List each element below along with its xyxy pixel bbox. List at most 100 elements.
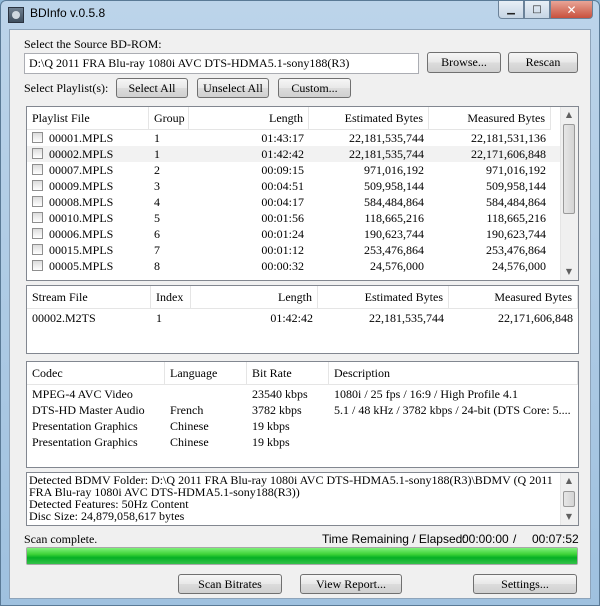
codec-cell: Chinese — [170, 435, 209, 449]
playlist-checkbox[interactable] — [32, 164, 43, 175]
col-stream-file[interactable]: Stream File — [27, 286, 151, 308]
log-scrollbar[interactable]: ▲ ▼ — [560, 473, 578, 525]
playlist-cell: 00:01:24 — [261, 227, 304, 241]
col-group[interactable]: Group — [149, 107, 189, 129]
maximize-button[interactable]: □ — [524, 1, 550, 19]
playlist-cell: 971,016,192 — [486, 163, 546, 177]
playlist-row[interactable]: 00006.MPLS 6 00:01:24 190,623,744 190,623,74… — [27, 226, 563, 242]
playlist-file-cell: 00015.MPLS — [27, 242, 149, 258]
settings-button[interactable]: Settings... — [473, 574, 577, 594]
rescan-button[interactable]: Rescan — [508, 52, 578, 73]
playlist-row[interactable]: 00001.MPLS 1 01:43:17 22,181,535,744 22,181,… — [27, 130, 563, 146]
stream-list[interactable]: Stream File Index Length Estimated Bytes… — [26, 285, 579, 354]
stream-row[interactable]: 00002.M2TS 1 01:42:42 22,181,535,744 22,171,… — [27, 310, 578, 326]
log-scroll-thumb[interactable] — [563, 491, 575, 507]
playlist-checkbox[interactable] — [32, 212, 43, 223]
codec-rows: MPEG-4 AVC Video 23540 kbps 1080i / 25 fps… — [27, 386, 578, 450]
log-scroll-up-icon[interactable]: ▲ — [561, 473, 577, 489]
log-scroll-down-icon[interactable]: ▼ — [561, 509, 577, 525]
view-report-button[interactable]: View Report... — [300, 574, 402, 594]
stream-cell: 1 — [156, 311, 162, 325]
playlist-checkbox[interactable] — [32, 260, 43, 271]
playlist-cell: 22,181,535,744 — [349, 147, 424, 161]
col-bit-rate[interactable]: Bit Rate — [247, 362, 329, 384]
codec-row[interactable]: Presentation Graphics Chinese 19 kbps — [27, 418, 578, 434]
playlist-cell: 22,181,535,744 — [349, 131, 424, 145]
playlist-row[interactable]: 00009.MPLS 3 00:04:51 509,958,144 509,958,14… — [27, 178, 563, 194]
scroll-up-icon[interactable]: ▲ — [561, 107, 577, 123]
playlist-cell: 584,484,864 — [486, 195, 546, 209]
playlist-cell: 1 — [154, 147, 160, 161]
playlist-row[interactable]: 00005.MPLS 8 00:00:32 24,576,000 24,576,000 — [27, 258, 563, 274]
scroll-thumb[interactable] — [563, 124, 575, 214]
codec-cell: French — [170, 403, 204, 417]
codec-row[interactable]: Presentation Graphics Chinese 19 kbps — [27, 434, 578, 450]
codec-row[interactable]: DTS-HD Master Audio French 3782 kbps 5.1 / … — [27, 402, 578, 418]
scroll-down-icon[interactable]: ▼ — [561, 264, 577, 280]
playlist-checkbox[interactable] — [32, 196, 43, 207]
playlist-file-cell: 00006.MPLS — [27, 226, 149, 242]
playlist-checkbox[interactable] — [32, 132, 43, 143]
col-stream-measured[interactable]: Measured Bytes — [449, 286, 578, 308]
playlist-list[interactable]: Playlist File Group Length Estimated Byt… — [26, 106, 579, 281]
playlist-checkbox[interactable] — [32, 148, 43, 159]
playlist-cell: 253,476,864 — [486, 243, 546, 257]
close-button[interactable]: ✕ — [550, 1, 593, 19]
codec-cell: DTS-HD Master Audio — [32, 403, 145, 417]
col-language[interactable]: Language — [165, 362, 247, 384]
codec-cell: 1080i / 25 fps / 16:9 / High Profile 4.1 — [334, 387, 518, 401]
col-length[interactable]: Length — [189, 107, 309, 129]
playlist-file-cell: 00010.MPLS — [27, 210, 149, 226]
custom-button[interactable]: Custom... — [278, 78, 351, 98]
codec-cell: Presentation Graphics — [32, 419, 138, 433]
playlist-cell: 253,476,864 — [364, 243, 424, 257]
playlist-cell: 509,958,144 — [486, 179, 546, 193]
col-measured-bytes[interactable]: Measured Bytes — [429, 107, 551, 129]
playlist-file-name: 00010.MPLS — [49, 211, 114, 225]
playlist-checkbox[interactable] — [32, 180, 43, 191]
playlist-checkbox[interactable] — [32, 228, 43, 239]
playlist-cell: 2 — [154, 163, 160, 177]
codec-row[interactable]: MPEG-4 AVC Video 23540 kbps 1080i / 25 fps… — [27, 386, 578, 402]
playlist-checkbox[interactable] — [32, 244, 43, 255]
playlist-row[interactable]: 00010.MPLS 5 00:01:56 118,665,216 118,665,21… — [27, 210, 563, 226]
col-index[interactable]: Index — [151, 286, 191, 308]
col-stream-estimated[interactable]: Estimated Bytes — [318, 286, 449, 308]
browse-button[interactable]: Browse... — [427, 52, 501, 73]
close-icon: ✕ — [566, 2, 577, 17]
stream-header: Stream File Index Length Estimated Bytes… — [27, 286, 578, 309]
playlist-cell: 4 — [154, 195, 160, 209]
playlist-row[interactable]: 00002.MPLS 1 01:42:42 22,181,535,744 22,171,… — [27, 146, 563, 162]
unselect-all-button[interactable]: Unselect All — [197, 78, 269, 98]
col-estimated-bytes[interactable]: Estimated Bytes — [309, 107, 429, 129]
codec-cell: 19 kbps — [252, 419, 290, 433]
playlist-cell: 00:04:17 — [261, 195, 304, 209]
scan-bitrates-button[interactable]: Scan Bitrates — [178, 574, 282, 594]
playlist-file-cell: 00007.MPLS — [27, 162, 149, 178]
codec-list[interactable]: Codec Language Bit Rate Description MPEG… — [26, 361, 579, 468]
col-playlist-file[interactable]: Playlist File — [27, 107, 149, 129]
playlist-row[interactable]: 00008.MPLS 4 00:04:17 584,484,864 584,484,86… — [27, 194, 563, 210]
playlist-cell: 00:00:32 — [261, 259, 304, 273]
playlist-cell: 22,181,531,136 — [471, 131, 546, 145]
codec-cell — [329, 418, 578, 434]
stream-cell: 01:42:42 — [270, 311, 313, 325]
playlist-row[interactable]: 00007.MPLS 2 00:09:15 971,016,192 971,016,19… — [27, 162, 563, 178]
minimize-button[interactable]: ▁ — [498, 1, 524, 19]
playlist-cell: 6 — [154, 227, 160, 241]
playlist-row[interactable]: 00015.MPLS 7 00:01:12 253,476,864 253,476,86… — [27, 242, 563, 258]
col-stream-length[interactable]: Length — [191, 286, 318, 308]
select-all-button[interactable]: Select All — [116, 78, 188, 98]
playlist-cell: 584,484,864 — [364, 195, 424, 209]
log-textbox[interactable]: Detected BDMV Folder: D:\Q 2011 FRA Blu-… — [26, 472, 579, 526]
playlist-cell: 24,576,000 — [370, 259, 424, 273]
playlist-rows: 00001.MPLS 1 01:43:17 22,181,535,744 22,181,… — [27, 130, 563, 274]
main-panel: Select the Source BD-ROM: D:\Q 2011 FRA … — [9, 29, 591, 599]
stream-cell: 22,181,535,744 — [369, 311, 444, 325]
col-codec[interactable]: Codec — [27, 362, 165, 384]
playlist-cell: 7 — [154, 243, 160, 257]
playlist-scrollbar[interactable]: ▲ ▼ — [560, 107, 578, 280]
title-bar[interactable]: BDInfo v.0.5.8 ▁ □ ✕ — [1, 1, 599, 29]
col-description[interactable]: Description — [329, 362, 578, 384]
source-path-input[interactable]: D:\Q 2011 FRA Blu-ray 1080i AVC DTS-HDMA… — [24, 53, 419, 74]
